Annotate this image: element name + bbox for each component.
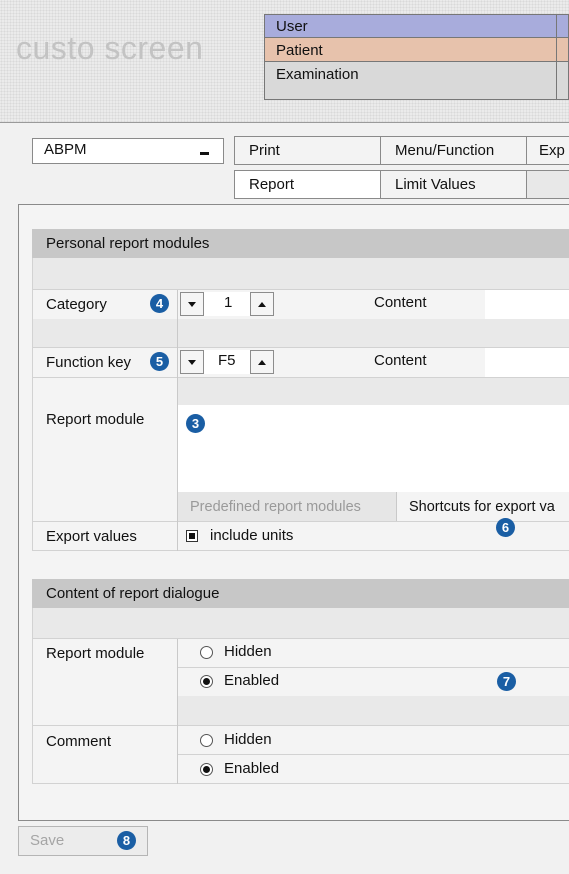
report-module-textarea[interactable] bbox=[178, 405, 569, 492]
include-units-checkbox[interactable] bbox=[186, 530, 198, 542]
chevron-down-icon bbox=[188, 359, 196, 365]
report-module-label: Report module bbox=[46, 411, 145, 428]
tab-print[interactable]: Print bbox=[234, 136, 381, 165]
function-key-decrement[interactable] bbox=[180, 350, 204, 374]
report-module-hidden-label: Hidden bbox=[224, 643, 272, 660]
content-label-2: Content bbox=[374, 352, 427, 369]
shortcuts-for-export-values-button[interactable]: Shortcuts for export va bbox=[396, 492, 569, 521]
report-module-badge: 3 bbox=[186, 414, 205, 433]
comment-enabled-label: Enabled bbox=[224, 760, 280, 777]
module-select-value: ABPM bbox=[44, 141, 87, 158]
tab-export[interactable]: Exp bbox=[526, 136, 569, 165]
function-key-value: F5 bbox=[218, 352, 236, 369]
category-value: 1 bbox=[224, 294, 233, 311]
save-button-label: Save bbox=[30, 832, 65, 849]
row-divider bbox=[178, 667, 569, 668]
report-module-hidden-radio[interactable] bbox=[200, 646, 213, 659]
row-divider bbox=[32, 638, 569, 639]
label-column-divider bbox=[177, 639, 178, 784]
app-logo: custo screen bbox=[16, 30, 204, 66]
spacer-row bbox=[32, 608, 569, 638]
section-left-border bbox=[32, 608, 33, 784]
export-values-label: Export values bbox=[46, 527, 137, 545]
dialogue-header: Content of report dialogue bbox=[32, 579, 569, 608]
category-badge: 4 bbox=[150, 294, 169, 313]
spacer-row bbox=[178, 377, 569, 405]
chevron-down-icon[interactable] bbox=[200, 152, 209, 155]
chevron-down-icon bbox=[188, 301, 196, 307]
report-module-enabled-label: Enabled bbox=[224, 672, 280, 689]
row-divider bbox=[32, 725, 569, 726]
dialogue-report-module-label: Report module bbox=[46, 645, 145, 662]
content-field-2[interactable] bbox=[485, 348, 569, 377]
tab-limit-values[interactable]: Limit Values bbox=[380, 170, 527, 199]
tab-report[interactable]: Report bbox=[234, 170, 381, 199]
function-key-badge: 5 bbox=[150, 352, 169, 371]
chevron-up-icon bbox=[258, 359, 266, 365]
tab-menu-function[interactable]: Menu/Function bbox=[380, 136, 527, 165]
comment-hidden-label: Hidden bbox=[224, 731, 272, 748]
tab-empty bbox=[526, 170, 569, 199]
spacer-row bbox=[32, 319, 569, 348]
row-divider bbox=[32, 550, 569, 551]
content-field-1[interactable] bbox=[485, 290, 569, 319]
spacer-row bbox=[32, 258, 569, 289]
info-divider bbox=[556, 14, 557, 100]
category-decrement[interactable] bbox=[180, 292, 204, 316]
include-units-label: include units bbox=[210, 527, 294, 544]
category-increment[interactable] bbox=[250, 292, 274, 316]
label-column-divider bbox=[177, 290, 178, 551]
row-divider bbox=[32, 783, 569, 784]
chevron-up-icon bbox=[258, 301, 266, 307]
user-label: User bbox=[276, 17, 308, 35]
comment-enabled-radio[interactable] bbox=[200, 763, 213, 776]
shortcuts-badge: 6 bbox=[496, 518, 515, 537]
patient-label: Patient bbox=[276, 41, 323, 59]
comment-label: Comment bbox=[46, 733, 112, 750]
dialogue-badge: 7 bbox=[497, 672, 516, 691]
comment-hidden-radio[interactable] bbox=[200, 734, 213, 747]
spacer-row bbox=[178, 696, 569, 725]
section-left-border bbox=[32, 258, 33, 551]
header-divider bbox=[0, 122, 569, 123]
personal-header: Personal report modules bbox=[32, 229, 569, 258]
row-divider bbox=[32, 377, 569, 378]
save-badge: 8 bbox=[117, 831, 136, 850]
predefined-report-modules-button[interactable]: Predefined report modules bbox=[178, 492, 396, 521]
row-divider bbox=[178, 754, 569, 755]
examination-label: Examination bbox=[276, 65, 359, 83]
checkbox-check-icon bbox=[189, 533, 195, 539]
report-module-enabled-radio[interactable] bbox=[200, 675, 213, 688]
function-key-increment[interactable] bbox=[250, 350, 274, 374]
content-label-1: Content bbox=[374, 294, 427, 311]
